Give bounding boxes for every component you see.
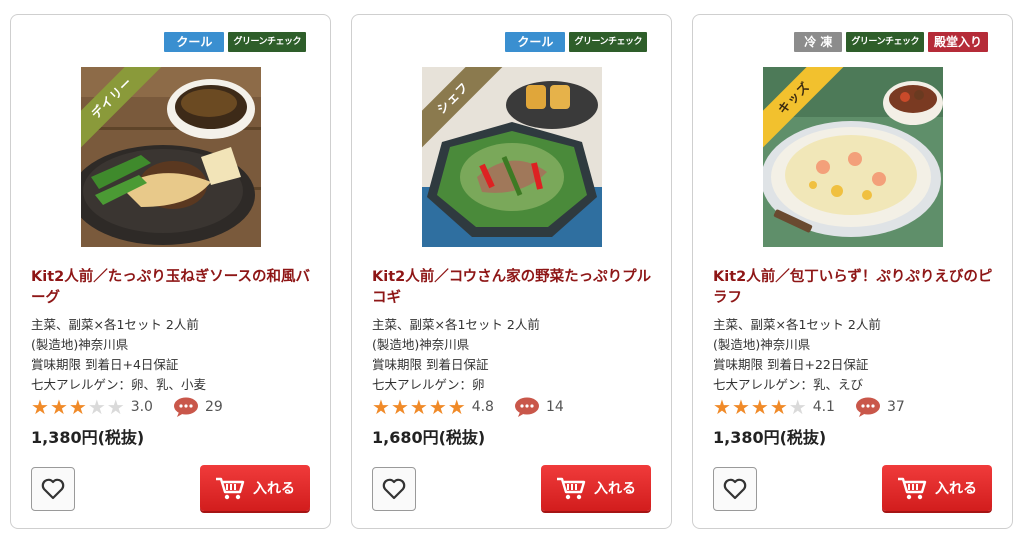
- star-icon: ★: [769, 395, 788, 419]
- heart-icon: [41, 478, 65, 500]
- badge-row: クール グリーンチェック: [164, 32, 306, 52]
- product-title-link[interactable]: Kit2人前／コウさん家の野菜たっぷりプルコギ: [372, 267, 657, 309]
- star-icon: ★: [409, 395, 428, 419]
- product-price: 1,680円(税抜): [372, 428, 486, 447]
- add-to-cart-button[interactable]: 入れる: [882, 465, 992, 511]
- product-price: 1,380円(税抜): [31, 428, 145, 447]
- product-price: 1,380円(税抜): [713, 428, 827, 447]
- rating-score: 4.1: [812, 399, 835, 415]
- spec-set: 主菜、副菜×各1セット 2人前: [713, 317, 881, 332]
- spec-set: 主菜、副菜×各1セット 2人前: [31, 317, 199, 332]
- comment-count: 29: [204, 399, 223, 415]
- comment-icon: [514, 397, 539, 417]
- product-card: クール グリーンチェック シェフ Kit2人前／コウさん家の野菜たっぷりプルコギ…: [351, 14, 672, 529]
- add-to-cart-button[interactable]: 入れる: [200, 465, 310, 511]
- heart-icon: [723, 478, 747, 500]
- star-icon: ★: [372, 395, 390, 419]
- product-specs: 主菜、副菜×各1セット 2人前 (製造地)神奈川県 賞味期限 到着日+4日保証 …: [31, 315, 206, 395]
- badge-row: 冷 凍 グリーンチェック 殿堂入り: [794, 32, 988, 52]
- spec-expiry: 賞味期限 到着日+22日保証: [713, 357, 869, 372]
- spec-allergens: 七大アレルゲン：卵: [372, 377, 485, 392]
- star-icon: ★: [390, 395, 409, 419]
- star-icon: ★: [731, 395, 750, 419]
- product-specs: 主菜、副菜×各1セット 2人前 (製造地)神奈川県 賞味期限 到着日保証 七大ア…: [372, 315, 540, 395]
- spec-expiry: 賞味期限 到着日保証: [372, 357, 489, 372]
- rating-row: ★ ★ ★ ★ ★ 4.8 14: [372, 396, 564, 418]
- heart-icon: [382, 478, 406, 500]
- cart-icon: [898, 477, 927, 500]
- product-image[interactable]: シェフ: [422, 67, 602, 247]
- rating-score: 3.0: [130, 399, 153, 415]
- spec-origin: (製造地)神奈川県: [713, 337, 811, 352]
- star-rating: ★ ★ ★ ★ ★: [372, 397, 466, 417]
- green-check-badge: グリーンチェック: [569, 32, 647, 52]
- product-specs: 主菜、副菜×各1セット 2人前 (製造地)神奈川県 賞味期限 到着日+22日保証…: [713, 315, 881, 395]
- badge-row: クール グリーンチェック: [505, 32, 647, 52]
- favorite-button[interactable]: [713, 467, 757, 511]
- product-image[interactable]: キッズ: [763, 67, 943, 247]
- green-check-badge: グリーンチェック: [846, 32, 924, 52]
- add-to-cart-button[interactable]: 入れる: [541, 465, 651, 511]
- cart-icon: [557, 477, 586, 500]
- cart-icon: [216, 477, 245, 500]
- star-icon: ★: [713, 395, 731, 419]
- product-card: 冷 凍 グリーンチェック 殿堂入り キッズ Kit2人前／包丁いらず！ぷりぷりえ…: [692, 14, 1013, 529]
- star-icon: ★: [750, 395, 769, 419]
- reviews-link[interactable]: 37: [855, 397, 905, 417]
- star-icon: ★: [447, 395, 466, 419]
- spec-expiry: 賞味期限 到着日+4日保証: [31, 357, 179, 372]
- spec-origin: (製造地)神奈川県: [372, 337, 470, 352]
- product-title-link[interactable]: Kit2人前／たっぷり玉ねぎソースの和風バーグ: [31, 267, 316, 309]
- cool-badge: クール: [164, 32, 225, 52]
- favorite-button[interactable]: [372, 467, 416, 511]
- star-rating: ★ ★ ★ ★ ★: [713, 397, 807, 417]
- spec-allergens: 七大アレルゲン：卵、乳、小麦: [31, 377, 207, 392]
- comment-count: 14: [545, 399, 564, 415]
- comment-count: 37: [886, 399, 905, 415]
- product-title-link[interactable]: Kit2人前／包丁いらず！ぷりぷりえびのピラフ: [713, 267, 998, 309]
- star-icon: ★: [106, 395, 125, 419]
- comment-icon: [173, 397, 198, 417]
- spec-set: 主菜、副菜×各1セット 2人前: [372, 317, 540, 332]
- star-icon: ★: [31, 395, 49, 419]
- star-icon: ★: [68, 395, 87, 419]
- cool-badge: クール: [505, 32, 566, 52]
- star-icon: ★: [87, 395, 106, 419]
- rating-score: 4.8: [471, 399, 494, 415]
- reviews-link[interactable]: 14: [514, 397, 564, 417]
- spec-allergens: 七大アレルゲン：乳、えび: [713, 377, 864, 392]
- spec-origin: (製造地)神奈川県: [31, 337, 129, 352]
- cart-button-label: 入れる: [253, 481, 295, 497]
- reviews-link[interactable]: 29: [173, 397, 223, 417]
- rating-row: ★ ★ ★ ★ ★ 4.1 37: [713, 396, 905, 418]
- star-icon: ★: [788, 395, 807, 419]
- green-check-badge: グリーンチェック: [228, 32, 306, 52]
- cart-button-label: 入れる: [594, 481, 636, 497]
- star-icon: ★: [428, 395, 447, 419]
- rating-row: ★ ★ ★ ★ ★ 3.0 29: [31, 396, 223, 418]
- star-icon: ★: [49, 395, 68, 419]
- comment-icon: [855, 397, 880, 417]
- hall-of-fame-badge: 殿堂入り: [927, 32, 988, 52]
- product-image[interactable]: デイリー: [81, 67, 261, 247]
- star-rating: ★ ★ ★ ★ ★: [31, 397, 125, 417]
- frozen-badge: 冷 凍: [794, 32, 843, 52]
- product-card: クール グリーンチェック デイリー Kit2人前／たっぷり玉ねぎソースの和風バー…: [10, 14, 331, 529]
- favorite-button[interactable]: [31, 467, 75, 511]
- cart-button-label: 入れる: [935, 481, 977, 497]
